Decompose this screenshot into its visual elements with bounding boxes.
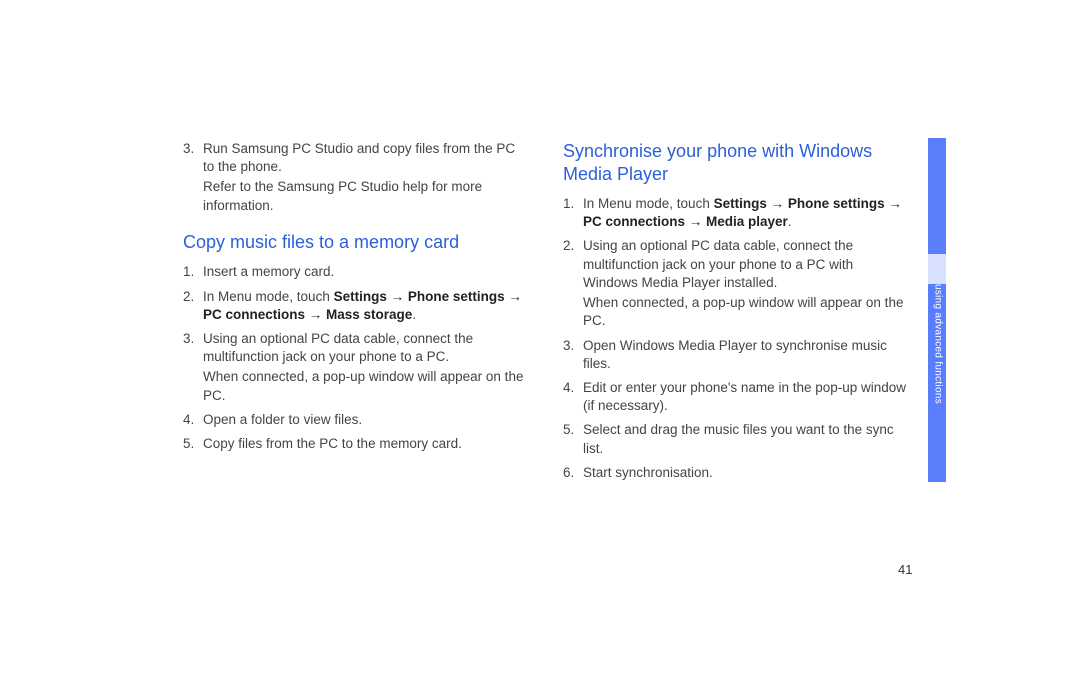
step-suffix: . xyxy=(788,214,792,229)
step-body: Using an optional PC data cable, connect… xyxy=(203,330,527,405)
step-body: In Menu mode, touch Settings → Phone set… xyxy=(583,195,907,231)
list-item: 4. Open a folder to view files. xyxy=(183,411,527,429)
step-body: Using an optional PC data cable, connect… xyxy=(583,237,907,330)
step-number: 2. xyxy=(183,288,203,324)
step-number: 3. xyxy=(183,140,203,215)
list-item: 5. Copy files from the PC to the memory … xyxy=(183,435,527,453)
list-item: 3. Using an optional PC data cable, conn… xyxy=(183,330,527,405)
step-body: Insert a memory card. xyxy=(203,263,527,281)
step-number: 3. xyxy=(183,330,203,405)
list-item: 1. In Menu mode, touch Settings → Phone … xyxy=(563,195,907,231)
copy-music-steps: 1. Insert a memory card. 2. In Menu mode… xyxy=(183,263,527,453)
step-body: Select and drag the music files you want… xyxy=(583,421,907,457)
list-item: 2. In Menu mode, touch Settings → Phone … xyxy=(183,288,527,324)
list-item: 4. Edit or enter your phone's name in th… xyxy=(563,379,907,415)
step-number: 1. xyxy=(183,263,203,281)
step-prefix: In Menu mode, touch xyxy=(583,196,714,211)
step-number: 4. xyxy=(563,379,583,415)
left-column: 3. Run Samsung PC Studio and copy files … xyxy=(183,140,527,488)
side-tab-highlight xyxy=(928,254,946,284)
step-body: Open Windows Media Player to synchronise… xyxy=(583,337,907,373)
side-tab-label: using advanced functions xyxy=(931,284,945,484)
step-number: 5. xyxy=(563,421,583,457)
step-text: Run Samsung PC Studio and copy files fro… xyxy=(203,141,515,174)
step-subtext: When connected, a pop-up window will app… xyxy=(583,294,907,330)
step-body: Start synchronisation. xyxy=(583,464,907,482)
step-number: 2. xyxy=(563,237,583,330)
step-subtext: When connected, a pop-up window will app… xyxy=(203,368,527,404)
list-item: 6. Start synchronisation. xyxy=(563,464,907,482)
step-body: Edit or enter your phone's name in the p… xyxy=(583,379,907,415)
list-item: 1. Insert a memory card. xyxy=(183,263,527,281)
step-body: Run Samsung PC Studio and copy files fro… xyxy=(203,140,527,215)
step-prefix: In Menu mode, touch xyxy=(203,289,334,304)
step-number: 6. xyxy=(563,464,583,482)
step-number: 4. xyxy=(183,411,203,429)
step-body: Copy files from the PC to the memory car… xyxy=(203,435,527,453)
list-item: 3. Open Windows Media Player to synchron… xyxy=(563,337,907,373)
list-item: 2. Using an optional PC data cable, conn… xyxy=(563,237,907,330)
step-body: Open a folder to view files. xyxy=(203,411,527,429)
list-item: 3. Run Samsung PC Studio and copy files … xyxy=(183,140,527,215)
step-suffix: . xyxy=(412,307,416,322)
step-number: 1. xyxy=(563,195,583,231)
step-subtext: Refer to the Samsung PC Studio help for … xyxy=(203,178,527,214)
step-text: Using an optional PC data cable, connect… xyxy=(203,331,473,364)
sync-steps: 1. In Menu mode, touch Settings → Phone … xyxy=(563,195,907,482)
pre-steps-list: 3. Run Samsung PC Studio and copy files … xyxy=(183,140,527,215)
step-number: 3. xyxy=(563,337,583,373)
page-number: 41 xyxy=(898,562,912,577)
list-item: 5. Select and drag the music files you w… xyxy=(563,421,907,457)
page-content: 3. Run Samsung PC Studio and copy files … xyxy=(183,140,913,488)
right-column: Synchronise your phone with Windows Medi… xyxy=(563,140,907,488)
step-body: In Menu mode, touch Settings → Phone set… xyxy=(203,288,527,324)
step-number: 5. xyxy=(183,435,203,453)
step-text: Using an optional PC data cable, connect… xyxy=(583,238,853,289)
section-heading-sync: Synchronise your phone with Windows Medi… xyxy=(563,140,907,185)
section-heading-copy-music: Copy music files to a memory card xyxy=(183,231,527,254)
